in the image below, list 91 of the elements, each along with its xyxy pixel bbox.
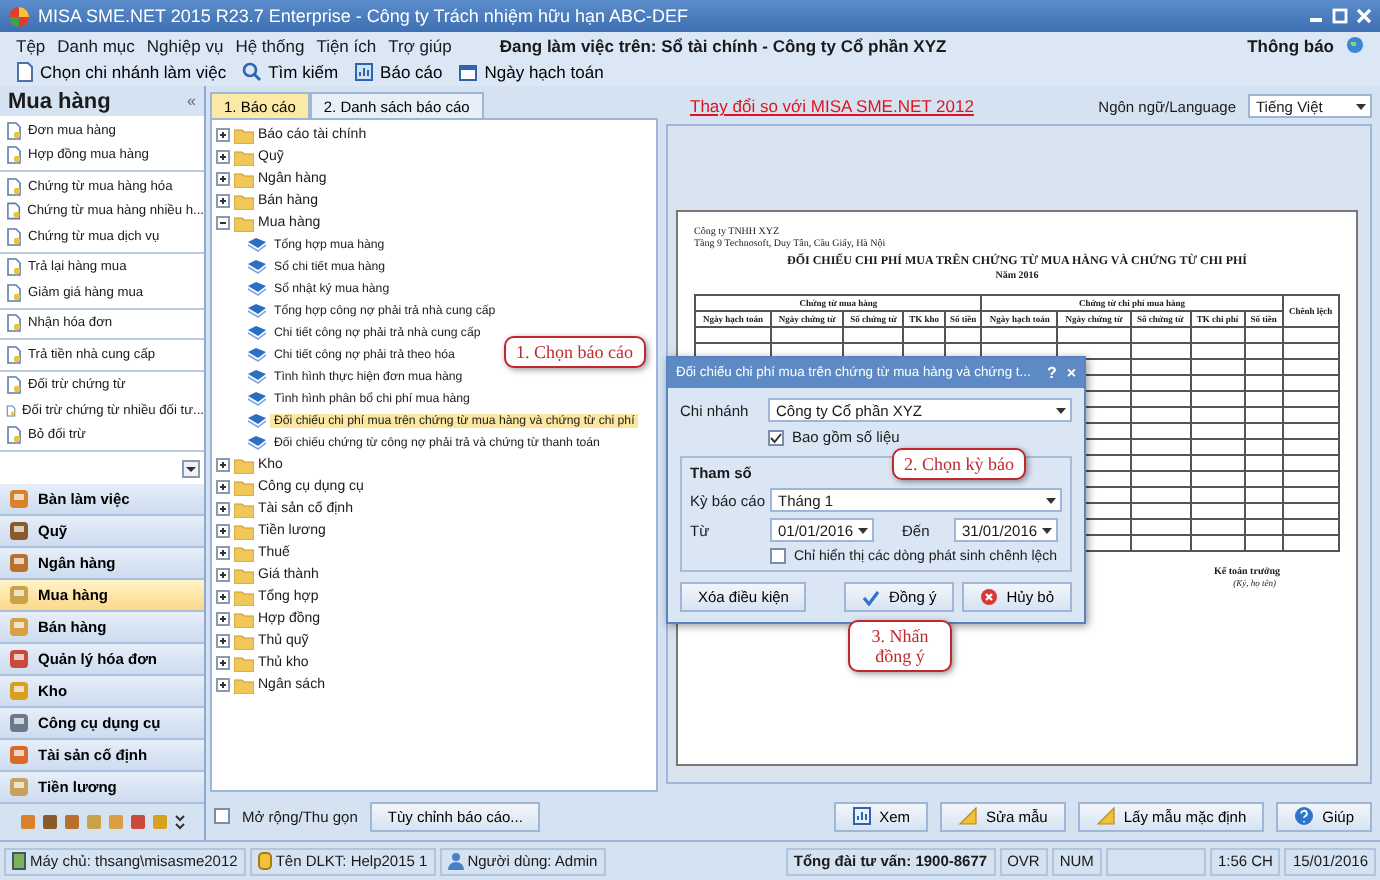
report-book-icon [248, 282, 266, 296]
expand-icon[interactable] [216, 546, 230, 560]
module-icon [8, 680, 30, 702]
document-icon [6, 177, 22, 196]
document-icon [6, 146, 22, 165]
report-book-icon [248, 414, 266, 428]
more-icon[interactable] [173, 814, 185, 830]
app-logo-icon [8, 5, 30, 27]
close-button[interactable]: × [1066, 364, 1076, 382]
report-book-icon [248, 238, 266, 252]
expand-icon[interactable] [216, 524, 230, 538]
status-panel [1105, 847, 1206, 875]
expand-icon[interactable] [216, 678, 230, 692]
ruler-icon [957, 806, 978, 826]
expand-icon[interactable] [216, 502, 230, 516]
expand-icon[interactable] [216, 590, 230, 604]
report-book-icon [248, 370, 266, 384]
toolbar-button[interactable]: Tìm kiếm [242, 62, 339, 82]
document-icon [6, 426, 22, 445]
report-book-icon [248, 326, 266, 340]
document-icon [6, 283, 22, 302]
report-icon [851, 806, 872, 826]
checkbox[interactable] [214, 808, 230, 824]
menu-item[interactable]: Nghiệp vụ [146, 35, 224, 55]
menu-item[interactable]: Tiện ích [316, 35, 377, 55]
menu-item[interactable]: Hệ thống [235, 35, 305, 55]
help-icon [1294, 806, 1315, 826]
callout: 3. Nhấn đồng ý [848, 620, 952, 672]
report-book-icon [248, 260, 266, 274]
expand-icon[interactable] [216, 128, 230, 142]
document-icon [6, 202, 22, 221]
page-icon [16, 62, 34, 82]
document-icon [6, 258, 22, 277]
checkbox[interactable] [770, 548, 786, 564]
module-icon [8, 712, 30, 734]
toolbar-button[interactable]: Ngày hạch toán [458, 62, 604, 82]
document-icon [6, 376, 22, 395]
module-icon [8, 584, 30, 606]
expand-icon[interactable] [216, 172, 230, 186]
cancel-icon [980, 588, 999, 606]
module-icon [8, 520, 30, 542]
callout: 2. Chọn kỳ báo [892, 448, 1026, 480]
expand-icon[interactable] [216, 612, 230, 626]
compare-link[interactable]: Thay đổi so với MISA SME.NET 2012 [666, 96, 1087, 116]
report-book-icon [248, 348, 266, 362]
document-icon [6, 227, 22, 246]
module-icon [8, 488, 30, 510]
expand-icon[interactable] [216, 458, 230, 472]
working-context-text: Đang làm việc trên: Sổ tài chính - Công ty Cổ phần XYZ [499, 35, 949, 55]
menu-item[interactable]: Trợ giúp [388, 35, 452, 55]
module-icon [8, 744, 30, 766]
server-icon [12, 852, 26, 870]
expand-icon[interactable] [216, 568, 230, 582]
maximize-icon[interactable] [1332, 8, 1348, 24]
menu-item[interactable]: Tệp [16, 35, 46, 55]
expand-icon[interactable] [216, 150, 230, 164]
document-icon [6, 121, 22, 140]
checkmark-icon [862, 589, 881, 605]
report-book-icon [248, 304, 266, 318]
callout: 1. Chọn báo cáo [504, 336, 645, 368]
scroll-down-icon[interactable] [182, 460, 200, 478]
document-icon [6, 401, 17, 420]
document-icon [6, 345, 22, 364]
menu-item[interactable]: Danh mục [57, 35, 135, 55]
sidebar-title: Mua hàng [8, 89, 111, 113]
expand-icon[interactable] [216, 656, 230, 670]
expand-icon[interactable] [216, 634, 230, 648]
module-icon [8, 616, 30, 638]
close-icon[interactable] [1356, 8, 1372, 24]
document-icon [6, 314, 22, 333]
toolbar-button[interactable]: Báo cáo [354, 62, 443, 82]
globe-icon[interactable] [1346, 36, 1364, 54]
collapse-button[interactable]: « [187, 92, 196, 110]
help-button[interactable]: ? [1046, 364, 1057, 382]
ruler-icon [1095, 806, 1116, 826]
calendar-icon [458, 62, 479, 82]
checkbox[interactable] [768, 429, 784, 445]
report-book-icon [248, 392, 266, 406]
expand-icon[interactable] [216, 480, 230, 494]
search-icon [242, 62, 263, 82]
module-icon [8, 776, 30, 798]
notification-label[interactable]: Thông báo [1247, 35, 1334, 55]
collapse-icon[interactable] [216, 216, 230, 230]
report-book-icon [248, 436, 266, 450]
module-icon [8, 552, 30, 574]
toolbar-button[interactable]: Chọn chi nhánh làm việc [16, 62, 227, 82]
user-icon [447, 852, 464, 870]
module-icon [8, 648, 30, 670]
expand-icon[interactable] [216, 194, 230, 208]
database-icon [257, 852, 272, 870]
window-title: MISA SME.NET 2015 R23.7 Enterprise - Công ty Trách nhiệm hữu hạn ABC-DEF [38, 6, 691, 26]
